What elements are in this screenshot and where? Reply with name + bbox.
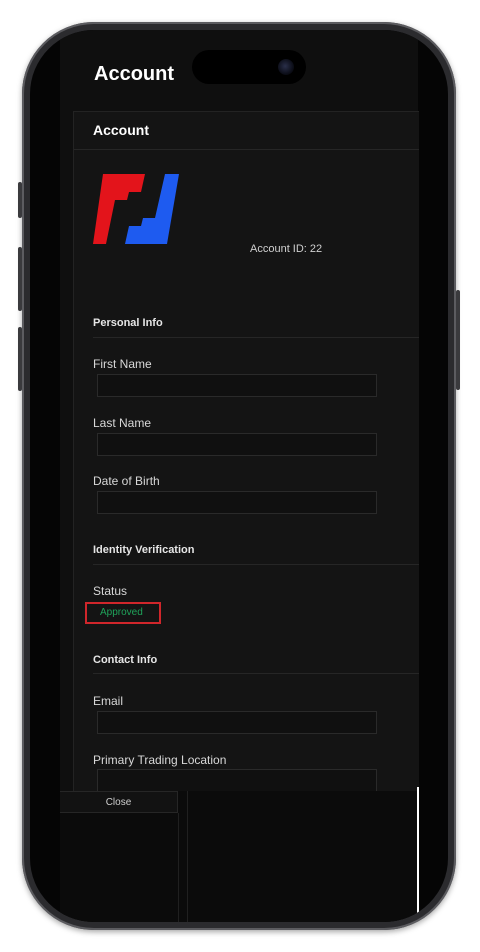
- first-name-field[interactable]: [97, 374, 377, 397]
- primary-trading-location-label: Primary Trading Location: [93, 753, 227, 767]
- section-identity-verification: Identity Verification: [93, 544, 195, 556]
- power-button: [456, 290, 460, 390]
- card-title: Account: [93, 122, 149, 138]
- volume-down-button: [18, 327, 22, 391]
- first-name-label: First Name: [93, 357, 152, 371]
- exchange-logo-icon: [93, 174, 179, 244]
- page-title: Account: [94, 63, 174, 85]
- dynamic-island: [192, 50, 306, 84]
- panel-divider: [178, 813, 179, 922]
- close-button[interactable]: Close: [60, 791, 178, 813]
- section-divider: [93, 564, 419, 565]
- phone-screen: Account Account Account ID: 22 Personal …: [30, 30, 448, 922]
- volume-up-button: [18, 247, 22, 311]
- status-badge: Approved: [100, 607, 143, 618]
- account-id: Account ID: 22: [250, 243, 323, 255]
- section-divider: [93, 337, 419, 338]
- card-header: Account: [74, 112, 419, 150]
- status-label: Status: [93, 584, 128, 598]
- bottom-panel: Close: [60, 791, 418, 922]
- date-of-birth-field[interactable]: [97, 491, 377, 514]
- date-of-birth-label: Date of Birth: [93, 474, 160, 488]
- last-name-label: Last Name: [93, 416, 152, 430]
- section-divider: [93, 673, 419, 674]
- last-name-field[interactable]: [97, 433, 377, 456]
- section-personal-info: Personal Info: [93, 317, 163, 329]
- app-screen: Account Account Account ID: 22 Personal …: [60, 30, 419, 922]
- account-card: Account Account ID: 22 Personal Info Fir…: [73, 111, 419, 792]
- email-label: Email: [93, 694, 124, 708]
- email-field[interactable]: [97, 711, 377, 734]
- scrollbar[interactable]: [417, 787, 419, 914]
- panel-divider: [187, 791, 188, 922]
- primary-trading-location-field[interactable]: [97, 769, 377, 792]
- section-contact-info: Contact Info: [93, 654, 158, 666]
- action-button: [18, 182, 22, 218]
- camera-icon: [278, 59, 294, 75]
- phone-frame: Account Account Account ID: 22 Personal …: [18, 22, 460, 930]
